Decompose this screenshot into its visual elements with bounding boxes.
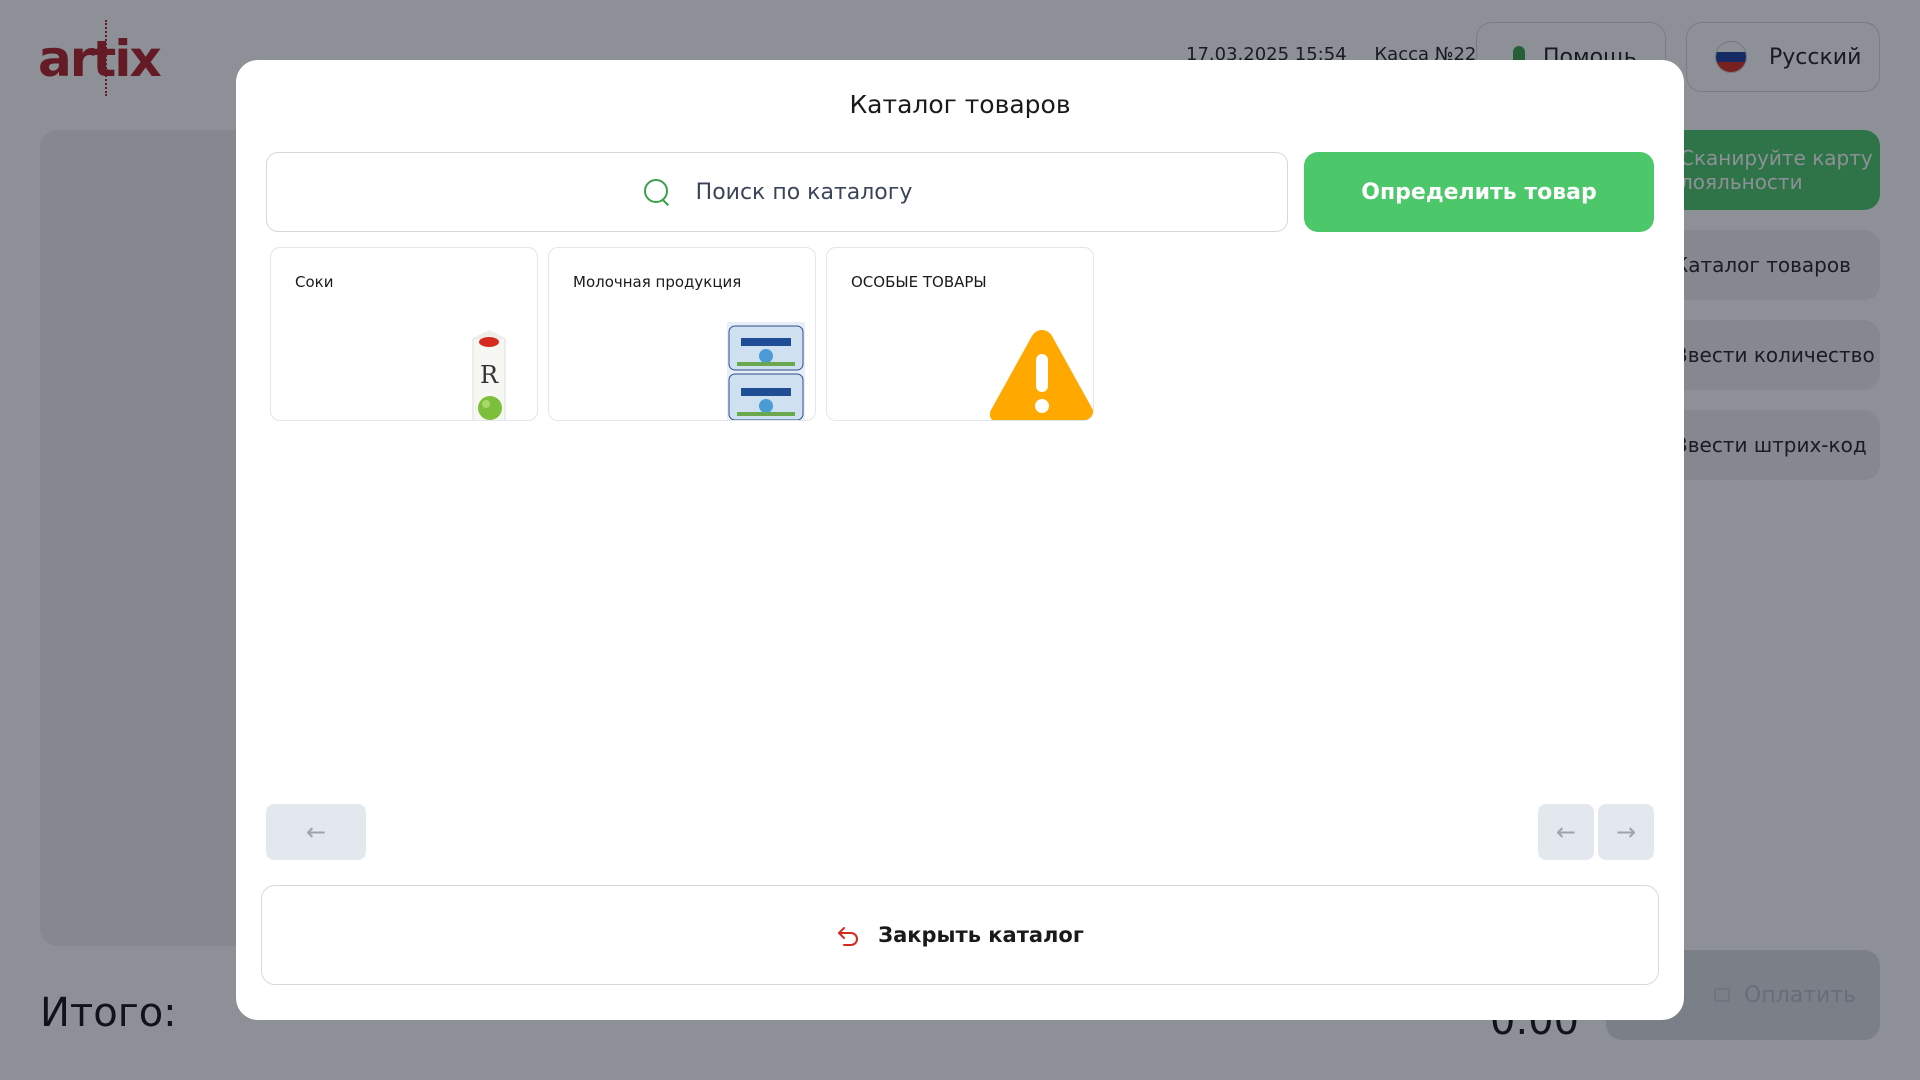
search-icon bbox=[642, 177, 672, 207]
identify-product-button[interactable]: Определить товар bbox=[1304, 152, 1654, 232]
category-tile-dairy[interactable]: Молочная продукция bbox=[548, 247, 816, 421]
undo-arrow-icon bbox=[838, 927, 859, 946]
category-label: Соки bbox=[295, 273, 334, 291]
warning-triangle-icon bbox=[989, 330, 1093, 420]
category-tile-juices[interactable]: Соки R bbox=[270, 247, 538, 421]
category-tile-special[interactable]: ОСОБЫЕ ТОВАРЫ bbox=[826, 247, 1094, 421]
modal-title: Каталог товаров bbox=[849, 90, 1071, 119]
next-page-button[interactable]: → bbox=[1598, 804, 1654, 860]
category-label: Молочная продукция bbox=[573, 273, 742, 291]
back-button[interactable]: ← bbox=[266, 804, 366, 860]
juice-carton-icon: R bbox=[472, 330, 506, 420]
prev-page-button[interactable]: ← bbox=[1538, 804, 1594, 860]
milk-pack-icon bbox=[727, 322, 805, 420]
close-catalog-label: Закрыть каталог bbox=[878, 923, 1084, 947]
category-label: ОСОБЫЕ ТОВАРЫ bbox=[851, 273, 987, 291]
catalog-modal: Каталог товаров Поиск по каталогу Опреде… bbox=[236, 60, 1684, 1020]
svg-text:R: R bbox=[480, 361, 499, 389]
search-placeholder: Поиск по каталогу bbox=[695, 179, 913, 205]
close-catalog-button[interactable]: Закрыть каталог bbox=[261, 885, 1659, 985]
search-input[interactable]: Поиск по каталогу bbox=[266, 152, 1288, 232]
